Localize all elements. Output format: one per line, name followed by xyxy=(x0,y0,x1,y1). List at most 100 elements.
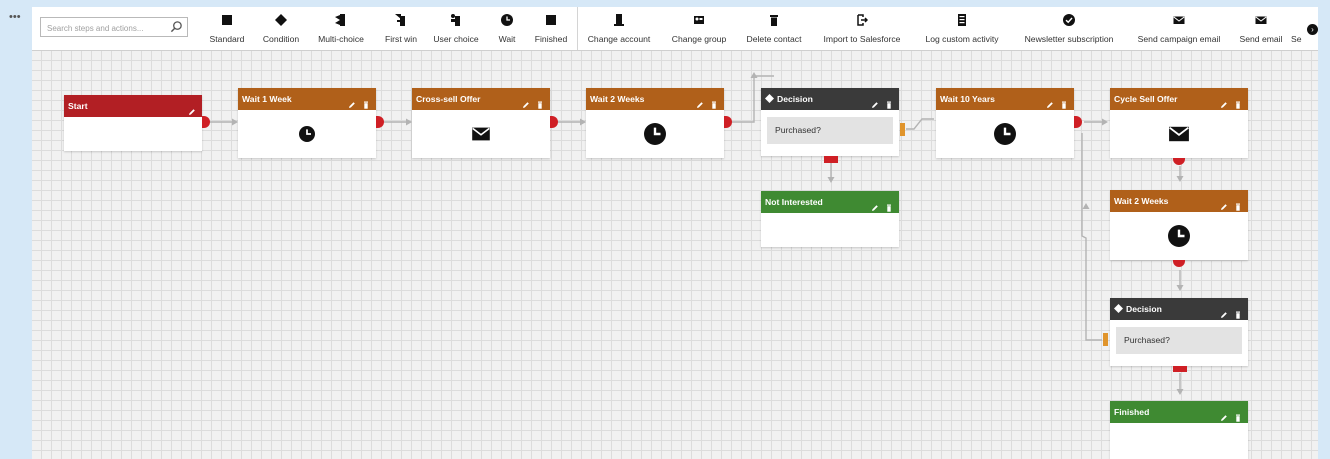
condition-text[interactable]: Purchased? xyxy=(1116,327,1242,354)
tool-import-to-salesforce[interactable]: Import to Salesforce xyxy=(816,10,908,48)
tool-delete-contact[interactable]: Delete contact xyxy=(741,10,807,48)
envelope-icon xyxy=(1173,16,1185,24)
delete-icon[interactable] xyxy=(1060,95,1068,109)
node-header[interactable]: Decision xyxy=(1110,298,1248,320)
node-decision-second[interactable]: Decision Purchased? xyxy=(1103,298,1248,372)
tool-send-email[interactable]: Send email xyxy=(1235,10,1287,48)
edit-icon[interactable] xyxy=(871,198,879,211)
edit-icon[interactable] xyxy=(1046,95,1054,108)
tool-label: Finished xyxy=(534,34,568,44)
scroll-right-icon[interactable]: › xyxy=(1307,24,1318,35)
tool-change-group[interactable]: Change group xyxy=(666,10,732,48)
search-input[interactable] xyxy=(45,19,169,38)
menu-ellipsis[interactable]: ••• xyxy=(9,12,21,23)
output-port[interactable] xyxy=(1173,260,1185,267)
toolbar-divider xyxy=(577,7,578,50)
tool-send-campaign-email[interactable]: Send campaign email xyxy=(1131,10,1227,48)
delete-icon[interactable] xyxy=(1234,95,1242,109)
output-port[interactable] xyxy=(1074,116,1082,128)
node-header[interactable]: Start xyxy=(64,95,202,117)
node-header[interactable]: Cycle Sell Offer xyxy=(1110,88,1248,110)
import-icon xyxy=(857,14,868,26)
node-header[interactable]: Decision xyxy=(761,88,899,110)
tool-change-account[interactable]: Change account xyxy=(583,10,655,48)
delete-icon[interactable] xyxy=(1234,305,1242,319)
node-title: Wait 2 Weeks xyxy=(590,94,645,104)
delete-icon[interactable] xyxy=(536,95,544,109)
node-cycle-sell-offer[interactable]: Cycle Sell Offer xyxy=(1110,88,1248,165)
node-header[interactable]: Wait 2 Weeks xyxy=(586,88,724,110)
clock-icon xyxy=(644,123,666,145)
delete-icon[interactable] xyxy=(362,95,370,109)
node-header[interactable]: Cross-sell Offer xyxy=(412,88,550,110)
node-header[interactable]: Wait 10 Years xyxy=(936,88,1074,110)
clock-icon xyxy=(994,123,1016,145)
edit-icon[interactable] xyxy=(522,95,530,108)
clock-icon xyxy=(501,14,513,26)
search-icon[interactable] xyxy=(170,20,183,33)
edit-icon[interactable] xyxy=(1220,197,1228,210)
node-body xyxy=(1110,110,1248,158)
tool-newsletter-subscription[interactable]: Newsletter subscription xyxy=(1016,10,1122,48)
tool-condition[interactable]: Condition xyxy=(258,10,304,48)
output-port-yes[interactable] xyxy=(900,123,905,136)
output-port[interactable] xyxy=(202,116,210,128)
diamond-icon xyxy=(275,14,287,26)
node-wait-10-years[interactable]: Wait 10 Years xyxy=(936,88,1082,158)
edit-icon[interactable] xyxy=(696,95,704,108)
tool-label: Send campaign email xyxy=(1137,34,1221,44)
input-port[interactable] xyxy=(1103,333,1108,346)
toolbar: Standard Condition Multi-choice First wi… xyxy=(32,7,1318,51)
node-header[interactable]: Finished xyxy=(1110,401,1248,423)
log-icon xyxy=(958,14,966,26)
diamond-icon xyxy=(765,94,774,103)
edit-icon[interactable] xyxy=(1220,95,1228,108)
tool-multi-choice[interactable]: Multi-choice xyxy=(312,10,370,48)
clock-icon xyxy=(1168,225,1190,247)
tool-user-choice[interactable]: User choice xyxy=(428,10,484,48)
edit-icon[interactable] xyxy=(1220,408,1228,421)
output-port[interactable] xyxy=(1173,366,1187,372)
tool-log-custom-activity[interactable]: Log custom activity xyxy=(916,10,1008,48)
node-cross-sell-offer[interactable]: Cross-sell Offer xyxy=(412,88,558,158)
node-wait-2-weeks-second[interactable]: Wait 2 Weeks xyxy=(1110,190,1248,267)
node-wait-2-weeks[interactable]: Wait 2 Weeks xyxy=(586,88,732,158)
search-box[interactable] xyxy=(40,17,188,38)
tool-label: Delete contact xyxy=(746,34,802,44)
node-header[interactable]: Wait 2 Weeks xyxy=(1110,190,1248,212)
workflow-canvas[interactable]: Start Wait 1 Week Cross-sell Offer Wait … xyxy=(32,51,1318,459)
edit-icon[interactable] xyxy=(1220,305,1228,318)
condition-text[interactable]: Purchased? xyxy=(767,117,893,144)
delete-icon[interactable] xyxy=(885,198,893,212)
node-start[interactable]: Start xyxy=(64,95,210,151)
output-port[interactable] xyxy=(1173,158,1185,165)
output-port-no[interactable] xyxy=(824,156,838,163)
delete-icon[interactable] xyxy=(885,95,893,109)
node-not-interested[interactable]: Not Interested xyxy=(761,191,899,247)
edit-icon[interactable] xyxy=(188,102,196,115)
tool-label: Change account xyxy=(587,34,651,44)
tool-truncated[interactable]: Se xyxy=(1291,10,1305,48)
node-header[interactable]: Not Interested xyxy=(761,191,899,213)
node-body xyxy=(412,110,550,158)
tool-label: Condition xyxy=(262,34,300,44)
output-port[interactable] xyxy=(724,116,732,128)
node-finished[interactable]: Finished xyxy=(1110,401,1248,459)
node-header[interactable]: Wait 1 Week xyxy=(238,88,376,110)
node-title: Cycle Sell Offer xyxy=(1114,94,1178,104)
node-wait-1-week[interactable]: Wait 1 Week xyxy=(238,88,384,158)
tool-standard[interactable]: Standard xyxy=(204,10,250,48)
delete-icon[interactable] xyxy=(1234,197,1242,211)
edit-icon[interactable] xyxy=(871,95,879,108)
tool-finished[interactable]: Finished xyxy=(529,10,573,48)
delete-icon[interactable] xyxy=(1234,408,1242,422)
tool-first-win[interactable]: First win xyxy=(378,10,424,48)
edit-icon[interactable] xyxy=(348,95,356,108)
output-port[interactable] xyxy=(376,116,384,128)
tool-wait[interactable]: Wait xyxy=(493,10,521,48)
output-port[interactable] xyxy=(550,116,558,128)
node-decision[interactable]: Decision Purchased? xyxy=(761,88,905,163)
delete-icon[interactable] xyxy=(710,95,718,109)
tool-label: User choice xyxy=(433,34,479,44)
tool-label: Multi-choice xyxy=(318,34,364,44)
